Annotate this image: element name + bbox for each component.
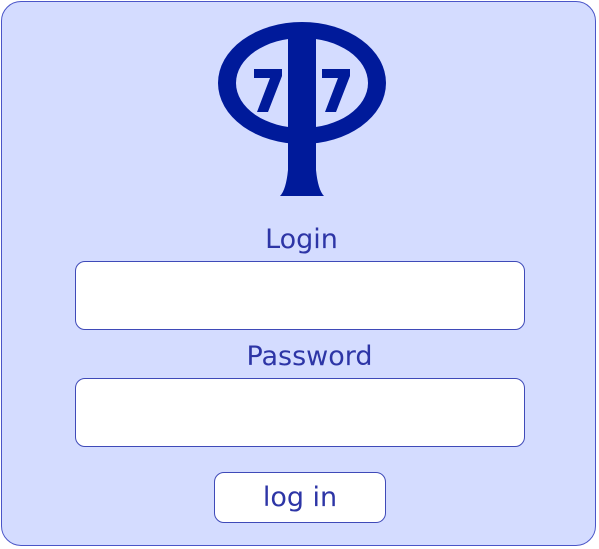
login-input[interactable] xyxy=(75,261,525,330)
password-input[interactable] xyxy=(75,378,525,447)
cp77-logo-icon xyxy=(218,22,386,196)
password-label: Password xyxy=(246,341,373,372)
log-in-button[interactable]: log in xyxy=(214,472,386,523)
login-label: Login xyxy=(265,224,338,255)
